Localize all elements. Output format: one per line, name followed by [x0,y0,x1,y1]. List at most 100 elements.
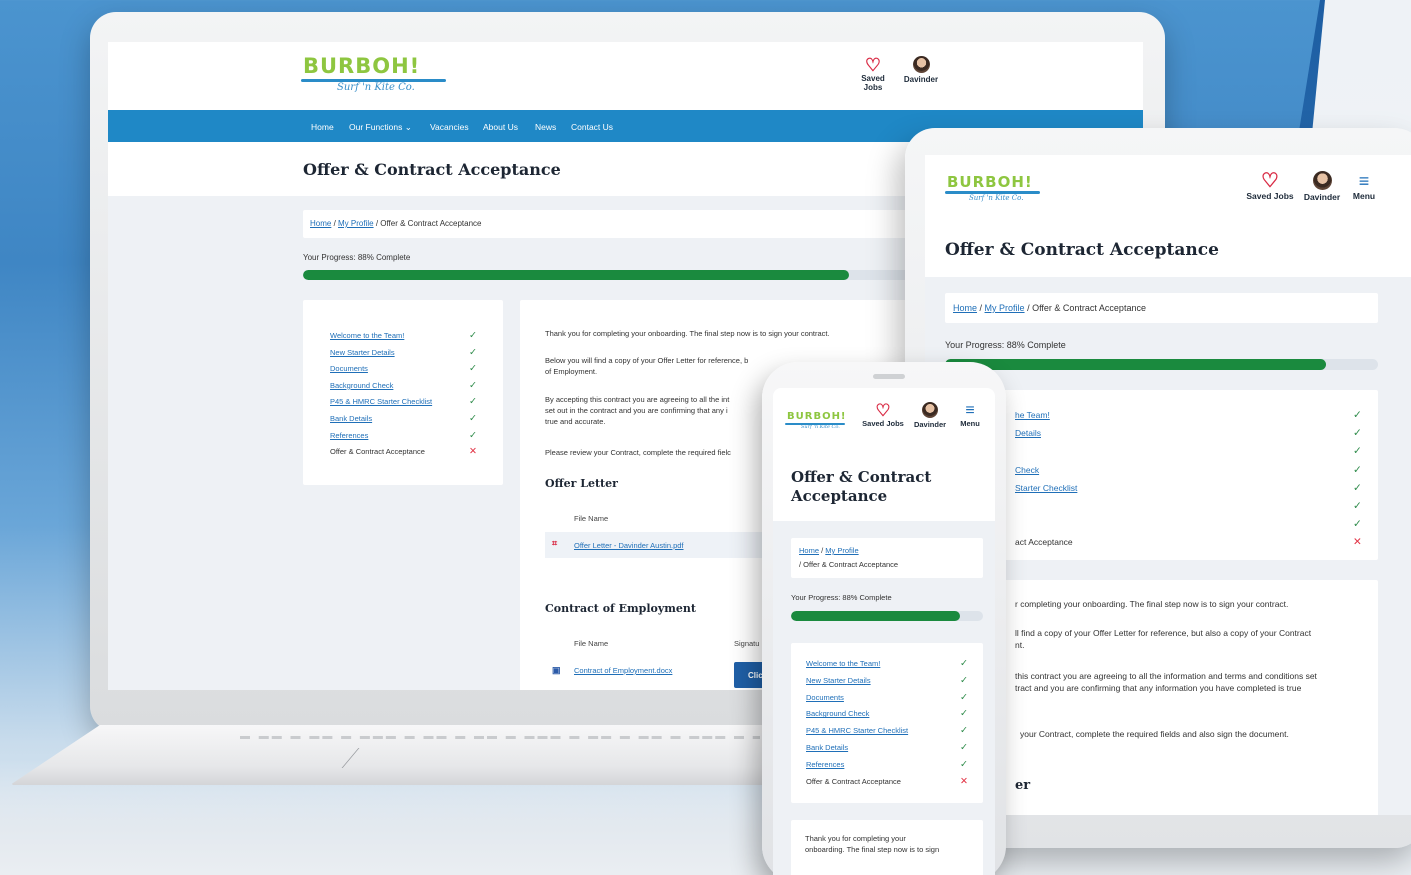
avatar [912,56,930,73]
check-icon: ✓ [960,691,968,703]
tablet-logo[interactable]: BURBOH! Surf 'n Kite Co. [945,173,1040,202]
check-icon: ✓ [1353,409,1362,421]
page-title: Offer & Contract Acceptance [303,160,561,179]
phone-logo-swoosh [785,423,845,425]
nav-home[interactable]: Home [311,122,334,132]
tablet-breadcrumb-profile[interactable]: My Profile [985,303,1025,313]
heart-icon: ♡ [864,55,882,75]
cross-icon: ✕ [1353,536,1362,549]
check-icon: ✓ [960,658,968,669]
tablet-steps-card [945,390,1378,560]
menu-icon: ≡ [1358,171,1370,191]
check-icon: ✓ [1353,427,1362,440]
saved-jobs-label: Saved Jobs [861,74,885,92]
tablet-saved-jobs[interactable]: ♡ Saved Jobs [1245,171,1295,201]
breadcrumb-profile[interactable]: My Profile [338,219,374,228]
site-logo[interactable]: BURBOH! Surf 'n Kite Co. [301,54,446,93]
check-icon: ✓ [960,708,968,720]
step-2-link[interactable]: New Starter Details [330,348,395,357]
phone-screen: BURBOH! Surf 'n Kite Co. ♡ Saved Jobs Da… [773,388,995,875]
tablet-user-name: Davinder [1303,192,1341,202]
phone-heart-icon: ♡ [875,401,891,420]
nav-news[interactable]: News [535,122,556,132]
phone-breadcrumb-profile[interactable]: My Profile [825,546,858,555]
phone-breadcrumb-text: Home / My Profile / Offer & Contract Acc… [799,544,898,572]
step-2-link[interactable]: Details [1015,428,1041,438]
phone-page-title-line1: Offer & Contract [791,468,932,486]
step-1-link[interactable]: Welcome to the Team! [806,659,880,668]
progress-label: Your Progress: 88% Complete [303,253,411,262]
phone-user-name: Davinder [913,420,947,429]
step-5-link[interactable]: P45 & HMRC Starter Checklist [806,726,908,735]
phone-progress-fill [791,611,960,621]
tablet-offer-para-line1: ll find a copy of your Offer Letter for … [1015,628,1312,638]
step-4-link[interactable]: Background Check [806,709,869,718]
phone-intro: Thank you for completing your onboarding… [805,834,939,856]
nav-our-functions[interactable]: Our Functions ⌄ [349,122,412,133]
tablet-page-title: Offer & Contract Acceptance [945,240,1219,260]
site-header [108,42,1143,110]
nav-about-us[interactable]: About Us [483,122,518,132]
tablet-review-para: your Contract, complete the required fie… [1020,729,1289,739]
logo-wordmark: BURBOH! [303,54,421,78]
nav-contact-us[interactable]: Contact Us [571,122,613,132]
cross-icon: ✕ [469,446,477,458]
saved-jobs-button[interactable]: ♡ Saved Jobs [851,56,895,92]
step-3-link[interactable]: Documents [330,364,368,373]
check-icon: ✓ [469,363,477,375]
step-6-link[interactable]: Bank Details [806,743,848,752]
check-icon: ✓ [469,396,477,408]
step-1-link[interactable]: he Team! [1015,410,1050,420]
check-icon: ✓ [469,330,477,341]
phone-avatar [922,402,938,418]
step-7-link[interactable]: References [806,760,844,769]
step-7-link[interactable]: References [330,431,368,440]
check-icon: ✓ [1353,518,1362,531]
check-icon: ✓ [469,346,477,358]
offer-letter-title: Offer Letter [545,477,618,490]
pdf-file-icon: ⌗ [552,538,558,548]
check-icon: ✓ [1353,445,1362,458]
phone-profile[interactable]: Davinder [911,402,949,429]
tablet-accept-para-line1: this contract you are agreeing to all th… [1015,671,1317,681]
step-6-link[interactable]: Bank Details [330,414,372,423]
step-3-link[interactable]: Documents [806,693,844,702]
check-icon: ✓ [960,742,968,753]
tablet-menu-button[interactable]: ≡ Menu [1348,171,1380,201]
laptop-keyboard: ▬ ▬▬ ▬ ▬▬ ▬ ▬▬▬ ▬ ▬▬ ▬ ▬▬ ▬ ▬▬▬ ▬ ▬▬ ▬ ▬… [240,731,760,742]
profile-button[interactable]: Davinder [901,56,941,84]
logo-swoosh [301,79,446,82]
phone-menu-label: Menu [960,419,980,428]
phone-saved-jobs[interactable]: ♡ Saved Jobs [861,402,905,428]
check-icon: ✓ [469,413,477,424]
nav-vacancies[interactable]: Vacancies [430,122,469,132]
step-2-link[interactable]: New Starter Details [806,676,871,685]
step-8-link: Offer & Contract Acceptance [330,447,425,457]
file-name-header: File Name [574,514,609,523]
step-5-link[interactable]: P45 & HMRC Starter Checklist [330,397,432,406]
step-4-link[interactable]: Check [1015,465,1039,475]
check-icon: ✓ [960,674,968,686]
phone-logo[interactable]: BURBOH! Surf 'n Kite Co. [785,411,847,430]
step-4-link[interactable]: Background Check [330,381,393,390]
tablet-logo-tagline: Surf 'n Kite Co. [969,194,1024,202]
offer-letter-link[interactable]: Offer Letter - Davinder Austin.pdf [574,541,684,550]
check-icon: ✓ [469,429,477,441]
step-1-link[interactable]: Welcome to the Team! [330,331,404,340]
phone-menu-icon: ≡ [965,402,975,419]
tablet-breadcrumb-text: Home / My Profile / Offer & Contract Acc… [953,303,1146,313]
phone-breadcrumb-home[interactable]: Home [799,546,819,555]
contract-link[interactable]: Contract of Employment.docx [574,666,672,675]
tablet-breadcrumb-home[interactable]: Home [953,303,977,313]
contract-title: Contract of Employment [545,602,696,615]
phone-intro-line1: Thank you for completing your [805,834,906,843]
phone-menu-button[interactable]: ≡ Menu [955,402,985,428]
check-icon: ✓ [469,379,477,391]
phone-progress-label: Your Progress: 88% Complete [791,593,892,602]
breadcrumb-home[interactable]: Home [310,219,331,228]
phone-saved-jobs-label: Saved Jobs [862,419,904,428]
step-5-link[interactable]: Starter Checklist [1015,483,1077,493]
tablet-profile[interactable]: Davinder [1300,171,1344,202]
contract-file-name-header: File Name [574,639,609,648]
tablet-content-card [945,580,1378,815]
